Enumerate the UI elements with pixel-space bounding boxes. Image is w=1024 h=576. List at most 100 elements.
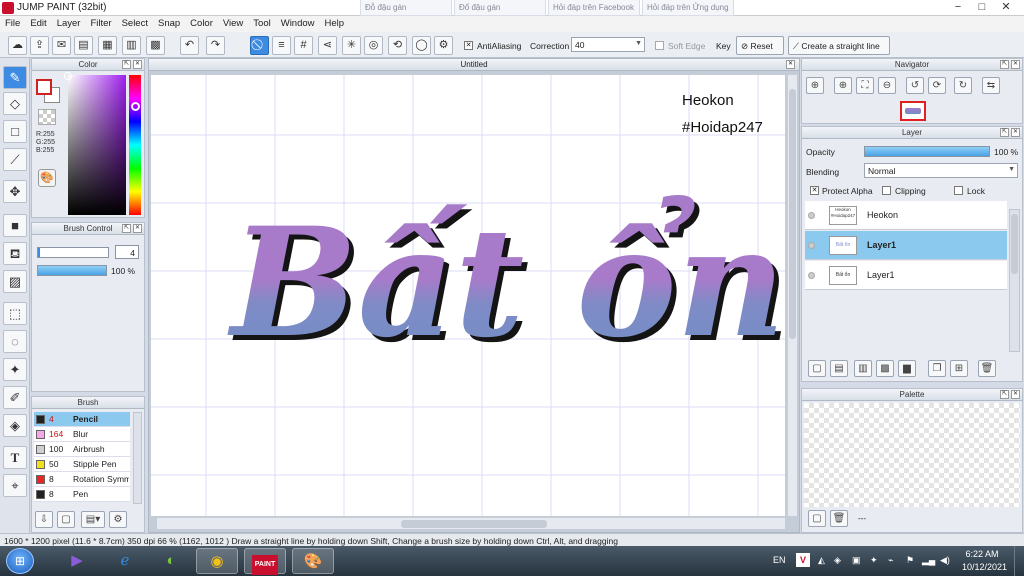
browser-tab[interactable]: Hỏi đáp trên Ửng dụng <box>642 0 734 16</box>
hue-slider[interactable] <box>129 75 141 215</box>
cloud-icon[interactable]: ☁ <box>8 36 27 55</box>
zoom-out-icon[interactable]: ⊖ <box>878 77 896 94</box>
minimize-button[interactable]: − <box>946 0 970 14</box>
new-brush-icon[interactable]: ▢ <box>57 511 75 528</box>
visibility-icon[interactable] <box>808 212 815 219</box>
protect-alpha-checkbox[interactable]: ✕ <box>810 186 819 195</box>
maximize-button[interactable]: □ <box>970 0 994 14</box>
undo-icon[interactable]: ↶ <box>180 36 199 55</box>
ellipse-snap-icon[interactable]: ◯ <box>412 36 431 55</box>
layer-list-scrollbar[interactable] <box>1009 209 1020 352</box>
layer-row[interactable]: Bất ổn Layer1 <box>805 231 1007 260</box>
jump-paint-icon[interactable]: PAINT <box>244 548 286 575</box>
menu-file[interactable]: File <box>0 16 25 29</box>
upload-icon[interactable]: ⇪ <box>30 36 49 55</box>
rotate-right-icon[interactable]: ↻ <box>954 77 972 94</box>
tray-app-icon[interactable]: ▣ <box>852 555 861 566</box>
hue-slider-handle[interactable] <box>131 102 140 111</box>
new-folder-icon[interactable]: ▆ <box>898 360 916 377</box>
float-icon[interactable]: ⇱ <box>122 224 131 233</box>
tray-app-icon[interactable]: ◭ <box>818 555 825 566</box>
clock[interactable]: 6:22 AM 10/12/2021 <box>962 548 1007 574</box>
comment-icon[interactable]: ✉ <box>52 36 71 55</box>
vietkey-icon[interactable]: V <box>796 553 810 567</box>
foreground-color-swatch[interactable] <box>36 79 52 95</box>
layer-row[interactable]: Bất ổn Layer1 <box>805 261 1007 290</box>
menu-color[interactable]: Color <box>185 16 218 29</box>
menu-window[interactable]: Window <box>276 16 320 29</box>
blending-select[interactable]: Normal ▼ <box>864 163 1018 178</box>
brush-tool-icon[interactable]: ✎ <box>3 66 27 89</box>
menu-tool[interactable]: Tool <box>248 16 275 29</box>
saturation-value-picker[interactable] <box>64 72 126 215</box>
layer-scroll-thumb[interactable] <box>1011 214 1018 274</box>
horizontal-scrollbar[interactable] <box>157 517 785 529</box>
panel-icon[interactable]: ▥ <box>122 36 141 55</box>
new-layer-icon[interactable]: ▢ <box>808 360 826 377</box>
visibility-icon[interactable] <box>808 272 815 279</box>
tray-app-icon[interactable]: ✦ <box>870 555 878 566</box>
speech-icon[interactable]: ▤ <box>74 36 93 55</box>
snap-off-icon[interactable]: ⃠ <box>250 36 269 55</box>
rotate-left-icon[interactable]: ↺ <box>906 77 924 94</box>
lock-checkbox[interactable] <box>954 186 963 195</box>
circle-snap-icon[interactable]: ◎ <box>364 36 383 55</box>
close-button[interactable]: ✕ <box>994 0 1018 14</box>
menu-snap[interactable]: Snap <box>153 16 185 29</box>
move-tool-icon[interactable]: ✥ <box>3 180 27 203</box>
float-icon[interactable]: ⇱ <box>1000 128 1009 137</box>
page-icon[interactable]: ▦ <box>98 36 117 55</box>
browser-tab[interactable]: Hỏi đáp trên Facebook <box>548 0 640 16</box>
close-icon[interactable]: ✕ <box>133 60 142 69</box>
gradient-tool-icon[interactable]: ▨ <box>3 270 27 293</box>
network-icon[interactable]: ▂▄ <box>922 555 935 566</box>
close-icon[interactable]: ✕ <box>1011 390 1020 399</box>
horizontal-scroll-thumb[interactable] <box>401 520 547 528</box>
snap-settings-icon[interactable]: ⚙ <box>434 36 453 55</box>
language-indicator[interactable]: EN <box>773 555 786 565</box>
brush-item-airbrush[interactable]: 100 Airbrush <box>34 442 130 457</box>
new-palette-color-icon[interactable]: ▢ <box>808 510 826 527</box>
tray-app-icon[interactable]: ◈ <box>834 555 841 566</box>
brush-size-input[interactable]: 4 <box>115 245 139 259</box>
brush-item-rotation-symmetry[interactable]: 8 Rotation Symm <box>34 472 130 487</box>
rectangle-tool-icon[interactable]: □ <box>3 120 27 143</box>
lasso-tool-icon[interactable]: ◌ <box>3 330 27 353</box>
float-icon[interactable]: ⇱ <box>1000 390 1009 399</box>
close-icon[interactable]: ✕ <box>1011 128 1020 137</box>
vertical-scrollbar[interactable] <box>787 75 797 516</box>
brush-list-scrollbar[interactable] <box>133 412 142 504</box>
browser-tab[interactable]: Đổ đậu gán <box>454 0 546 16</box>
menu-select[interactable]: Select <box>117 16 153 29</box>
new-layer-1bit-icon[interactable]: ▥ <box>854 360 872 377</box>
start-button-icon[interactable]: ⊞ <box>6 548 34 574</box>
soft-edge-checkbox[interactable] <box>655 41 664 50</box>
crosshatch-snap-icon[interactable]: # <box>294 36 313 55</box>
select-rect-tool-icon[interactable]: ⬚ <box>3 302 27 325</box>
curve-snap-icon[interactable]: ⟲ <box>388 36 407 55</box>
menu-edit[interactable]: Edit <box>25 16 51 29</box>
float-icon[interactable]: ⇱ <box>1000 60 1009 69</box>
merge-layer-icon[interactable]: ⊞ <box>950 360 968 377</box>
duplicate-layer-icon[interactable]: ❐ <box>928 360 946 377</box>
volume-icon[interactable]: ◀) <box>940 555 950 566</box>
new-layer-8bit-icon[interactable]: ▤ <box>830 360 848 377</box>
navigator-preview[interactable] <box>900 101 926 121</box>
bucket-tool-icon[interactable]: ⛾ <box>3 242 27 265</box>
delete-palette-color-icon[interactable]: 🗑 <box>830 510 848 527</box>
flip-icon[interactable]: ⇆ <box>982 77 1000 94</box>
canvas-tab[interactable]: Untitled ✕ <box>149 59 799 71</box>
text-tool-icon[interactable]: T <box>3 446 27 469</box>
vertical-scroll-thumb[interactable] <box>789 89 796 339</box>
brush-item-blur[interactable]: 164 Blur <box>34 427 130 442</box>
close-icon[interactable]: ✕ <box>786 60 795 69</box>
vanishing-point-icon[interactable]: ⋖ <box>318 36 337 55</box>
menu-filter[interactable]: Filter <box>85 16 116 29</box>
brush-download-icon[interactable]: ⇩ <box>35 511 53 528</box>
visibility-icon[interactable] <box>808 242 815 249</box>
line-tool-icon[interactable]: ⟋ <box>3 148 27 171</box>
menu-layer[interactable]: Layer <box>52 16 86 29</box>
eyedropper-tool-icon[interactable]: ⌖ <box>3 474 27 497</box>
layer-opacity-slider[interactable] <box>864 146 990 157</box>
grid-icon[interactable]: ▩ <box>146 36 165 55</box>
